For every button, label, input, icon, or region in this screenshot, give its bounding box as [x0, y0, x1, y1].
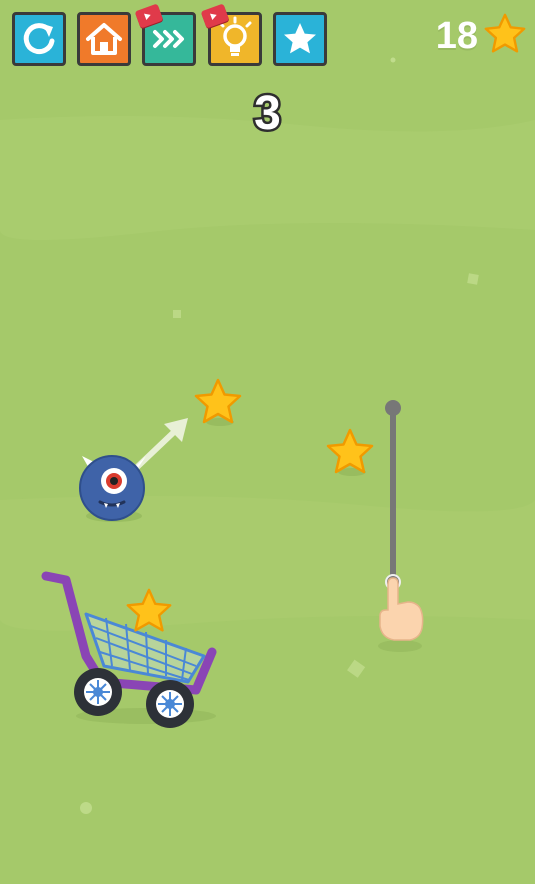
level-number: 3: [252, 85, 284, 143]
restart-button[interactable]: [12, 12, 66, 66]
star-icon: [284, 23, 316, 54]
rate-star-button[interactable]: [273, 12, 327, 66]
restart-icon: [23, 23, 55, 55]
hint-button[interactable]: [200, 3, 262, 66]
tutorial-hand-pointer: [378, 577, 424, 652]
skip-level-button[interactable]: [134, 3, 196, 66]
star-icon: [484, 13, 526, 53]
game-stage[interactable]: 18 3: [0, 0, 535, 884]
star-in-cart: [126, 588, 172, 632]
home-icon: [86, 23, 122, 55]
star-count: 18: [435, 15, 478, 57]
home-button[interactable]: [77, 12, 131, 66]
blue-one-eyed-monster[interactable]: [70, 448, 160, 528]
hanging-rope[interactable]: [381, 396, 405, 596]
star-collectible: [326, 428, 374, 476]
star-collectible: [194, 378, 242, 426]
